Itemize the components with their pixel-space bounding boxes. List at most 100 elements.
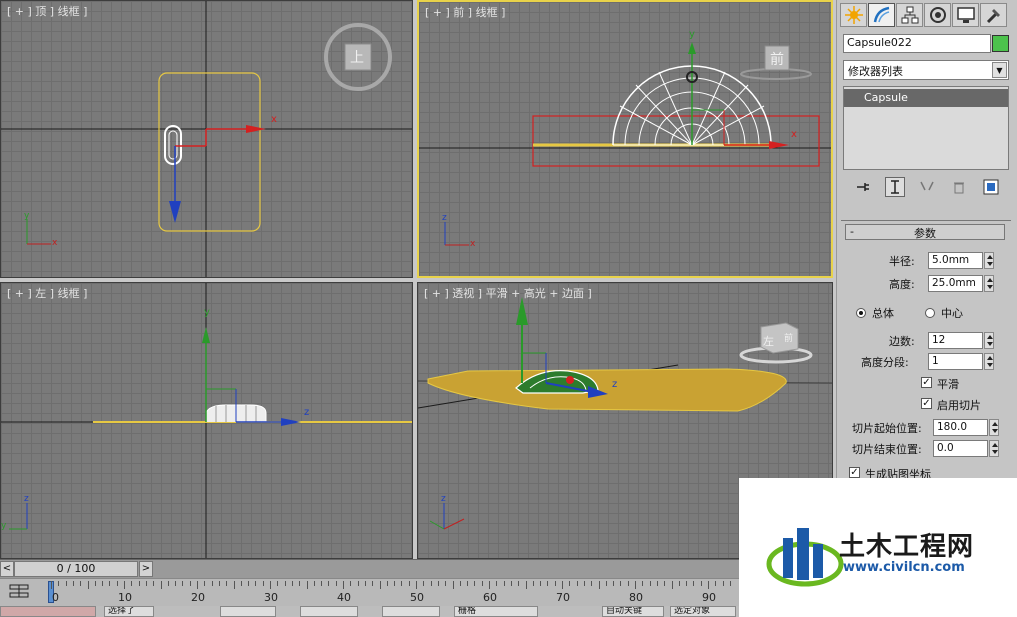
viewcube-label-left[interactable]: 左 [763,333,774,349]
viewport-front[interactable]: [ + ] 前 ] 线框 ] 前 y x z x [417,0,833,278]
modifier-stack[interactable]: Capsule [843,86,1009,170]
show-end-result-button[interactable] [885,177,905,197]
smooth-label: 平滑 [937,378,959,391]
ruler-tick [401,581,403,586]
coord-z-field[interactable] [382,606,440,617]
ruler-tick [204,581,206,586]
collapse-icon[interactable]: - [850,225,854,238]
viewport-left-label[interactable]: [ + ] 左 ] 线框 ] [7,285,87,301]
slice-from-input[interactable]: 180.0 [933,419,988,436]
smooth-checkbox[interactable]: ✓ [921,377,932,388]
viewport-top-label[interactable]: [ + ] 顶 ] 线框 ] [7,3,87,19]
gen-map-coords-checkbox[interactable]: ✓ [849,467,860,478]
stack-toolbar [843,176,1009,198]
parameters-rollout-header[interactable]: - 参数 [845,224,1005,240]
stack-item-capsule[interactable]: Capsule [844,89,1008,107]
configure-icon [983,179,999,195]
ruler-tick [182,581,184,586]
slice-from-spinner[interactable] [989,419,999,436]
modify-tab[interactable] [868,3,895,27]
viewcube-label-top[interactable]: 上 [350,47,364,67]
make-unique-icon [920,181,934,191]
height-segs-label: 高度分段: [861,356,909,369]
hierarchy-tab[interactable] [896,3,923,27]
display-tab[interactable] [952,3,979,27]
center-radio[interactable] [925,308,935,318]
display-icon [956,7,975,23]
ruler-label: 60 [483,591,497,604]
ruler-tick [583,581,585,586]
pin-icon [857,183,869,191]
viewport-front-label[interactable]: [ + ] 前 ] 线框 ] [425,4,505,20]
ruler-tick [372,581,374,586]
ruler-tick [211,581,213,586]
ruler-tick [299,581,301,586]
time-slider-bar[interactable]: < 0 / 100 > [0,559,836,578]
remove-modifier-button[interactable] [949,177,969,197]
ruler-tick [394,581,396,586]
track-bar[interactable]: 0 10 20 30 40 50 60 70 80 90 [0,578,836,606]
overall-radio[interactable] [856,308,866,318]
ruler-tick [525,581,527,589]
radius-spinner[interactable] [984,252,994,269]
track-bar-toggle[interactable] [8,582,30,602]
ruler-tick [72,581,74,586]
ruler-tick [124,581,125,589]
utilities-tab[interactable] [980,3,1007,27]
center-label: 中心 [941,307,963,320]
object-color-swatch[interactable] [992,35,1009,52]
sides-spinner[interactable] [984,332,994,349]
ruler-tick [635,581,636,589]
ruler-tick [664,581,666,586]
make-unique-button[interactable] [917,177,937,197]
viewport-left[interactable]: [ + ] 左 ] 线框 ] y z z y [0,282,413,559]
slice-to-spinner[interactable] [989,440,999,457]
status-bar: 选择了 栅格 自动关键 选定对象 [0,606,836,617]
height-spinner[interactable] [984,275,994,292]
viewport-top[interactable]: [ + ] 顶 ] 线框 ] 上 x y x [0,0,413,278]
coord-x-field[interactable] [220,606,276,617]
maxscript-listener[interactable] [0,606,96,617]
auto-key-button[interactable]: 自动关键 [602,606,664,617]
object-name-field[interactable]: Capsule022 [843,34,991,53]
ruler-tick [708,581,709,589]
ruler-tick [328,581,330,586]
viewcube-label-front[interactable]: 前 [784,331,793,344]
ruler-tick [459,581,461,586]
ruler-tick [430,581,432,586]
slice-to-input[interactable]: 0.0 [933,440,988,457]
slice-on-checkbox[interactable]: ✓ [921,398,932,409]
ruler-tick [700,581,702,586]
viewcube-label-front[interactable]: 前 [770,49,784,69]
ruler-tick [167,581,169,586]
ruler-tick [452,581,454,589]
sides-input[interactable]: 12 [928,332,983,349]
ruler-tick [656,581,658,586]
pin-stack-button[interactable] [853,177,873,197]
ruler-tick [693,581,695,586]
selected-object-dropdown[interactable]: 选定对象 [670,606,736,617]
height-segs-input[interactable]: 1 [928,353,983,370]
height-input[interactable]: 25.0mm [928,275,983,292]
overall-label: 总体 [872,307,894,320]
time-slider[interactable]: 0 / 100 [14,561,138,577]
top-scene [1,1,412,277]
slice-to-label: 切片结束位置: [852,443,922,456]
chevron-down-icon[interactable]: ▼ [992,62,1007,78]
viewport-perspective-label[interactable]: [ + ] 透视 ] 平滑 + 高光 + 边面 ] [424,285,592,301]
coord-y-field[interactable] [300,606,358,617]
time-prev-button[interactable]: < [0,561,14,577]
time-next-button[interactable]: > [139,561,153,577]
motion-tab[interactable] [924,3,951,27]
gizmo-y-label: y [689,29,695,40]
modifier-list-dropdown[interactable]: 修改器列表 ▼ [843,60,1009,80]
configure-sets-button[interactable] [981,177,1001,197]
height-segs-spinner[interactable] [984,353,994,370]
parameters-rollout: - 参数 半径: 5.0mm 高度: 25.0mm 总体 中心 边数: 12 高… [841,220,1011,481]
create-tab[interactable] [840,3,867,27]
ruler-tick [116,581,118,586]
radius-input[interactable]: 5.0mm [928,252,983,269]
trash-icon [954,182,964,194]
ruler-tick [532,581,534,586]
ruler-tick [102,581,104,586]
